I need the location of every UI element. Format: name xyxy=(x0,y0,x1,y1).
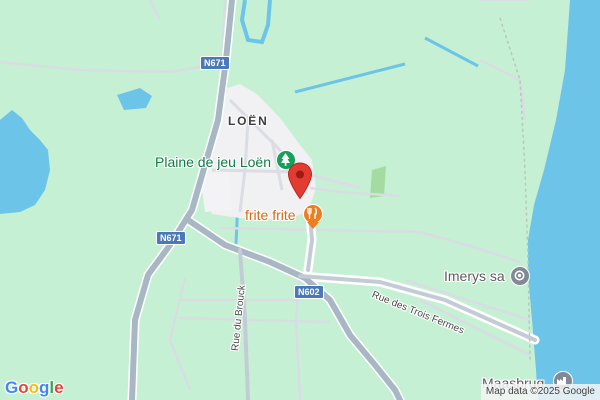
road-shield-n602: N602 xyxy=(294,285,324,299)
google-logo-text: Google xyxy=(5,378,64,397)
map-attribution[interactable]: Map data ©2025 Google xyxy=(480,384,600,400)
map-pin-icon[interactable] xyxy=(287,162,313,200)
road-shield-n671-left: N671 xyxy=(156,231,186,245)
poi-label-company[interactable]: Imerys sa xyxy=(444,269,505,283)
fork-knife-icon[interactable] xyxy=(303,204,323,224)
google-logo[interactable]: Google xyxy=(5,378,64,398)
poi-label-playground[interactable]: Plaine de jeu Loën xyxy=(155,155,271,169)
road-shield-n671-top: N671 xyxy=(200,56,230,70)
restaurant-icon-tail xyxy=(307,222,319,229)
map-view[interactable]: N671 N671 N602 LOËN Plaine de jeu Loën f… xyxy=(0,0,600,400)
poi-label-restaurant[interactable]: frite frite xyxy=(245,208,296,222)
place-label-loen: LOËN xyxy=(228,114,269,128)
location-dot-icon[interactable] xyxy=(510,266,530,286)
map-base-layer xyxy=(0,0,600,400)
